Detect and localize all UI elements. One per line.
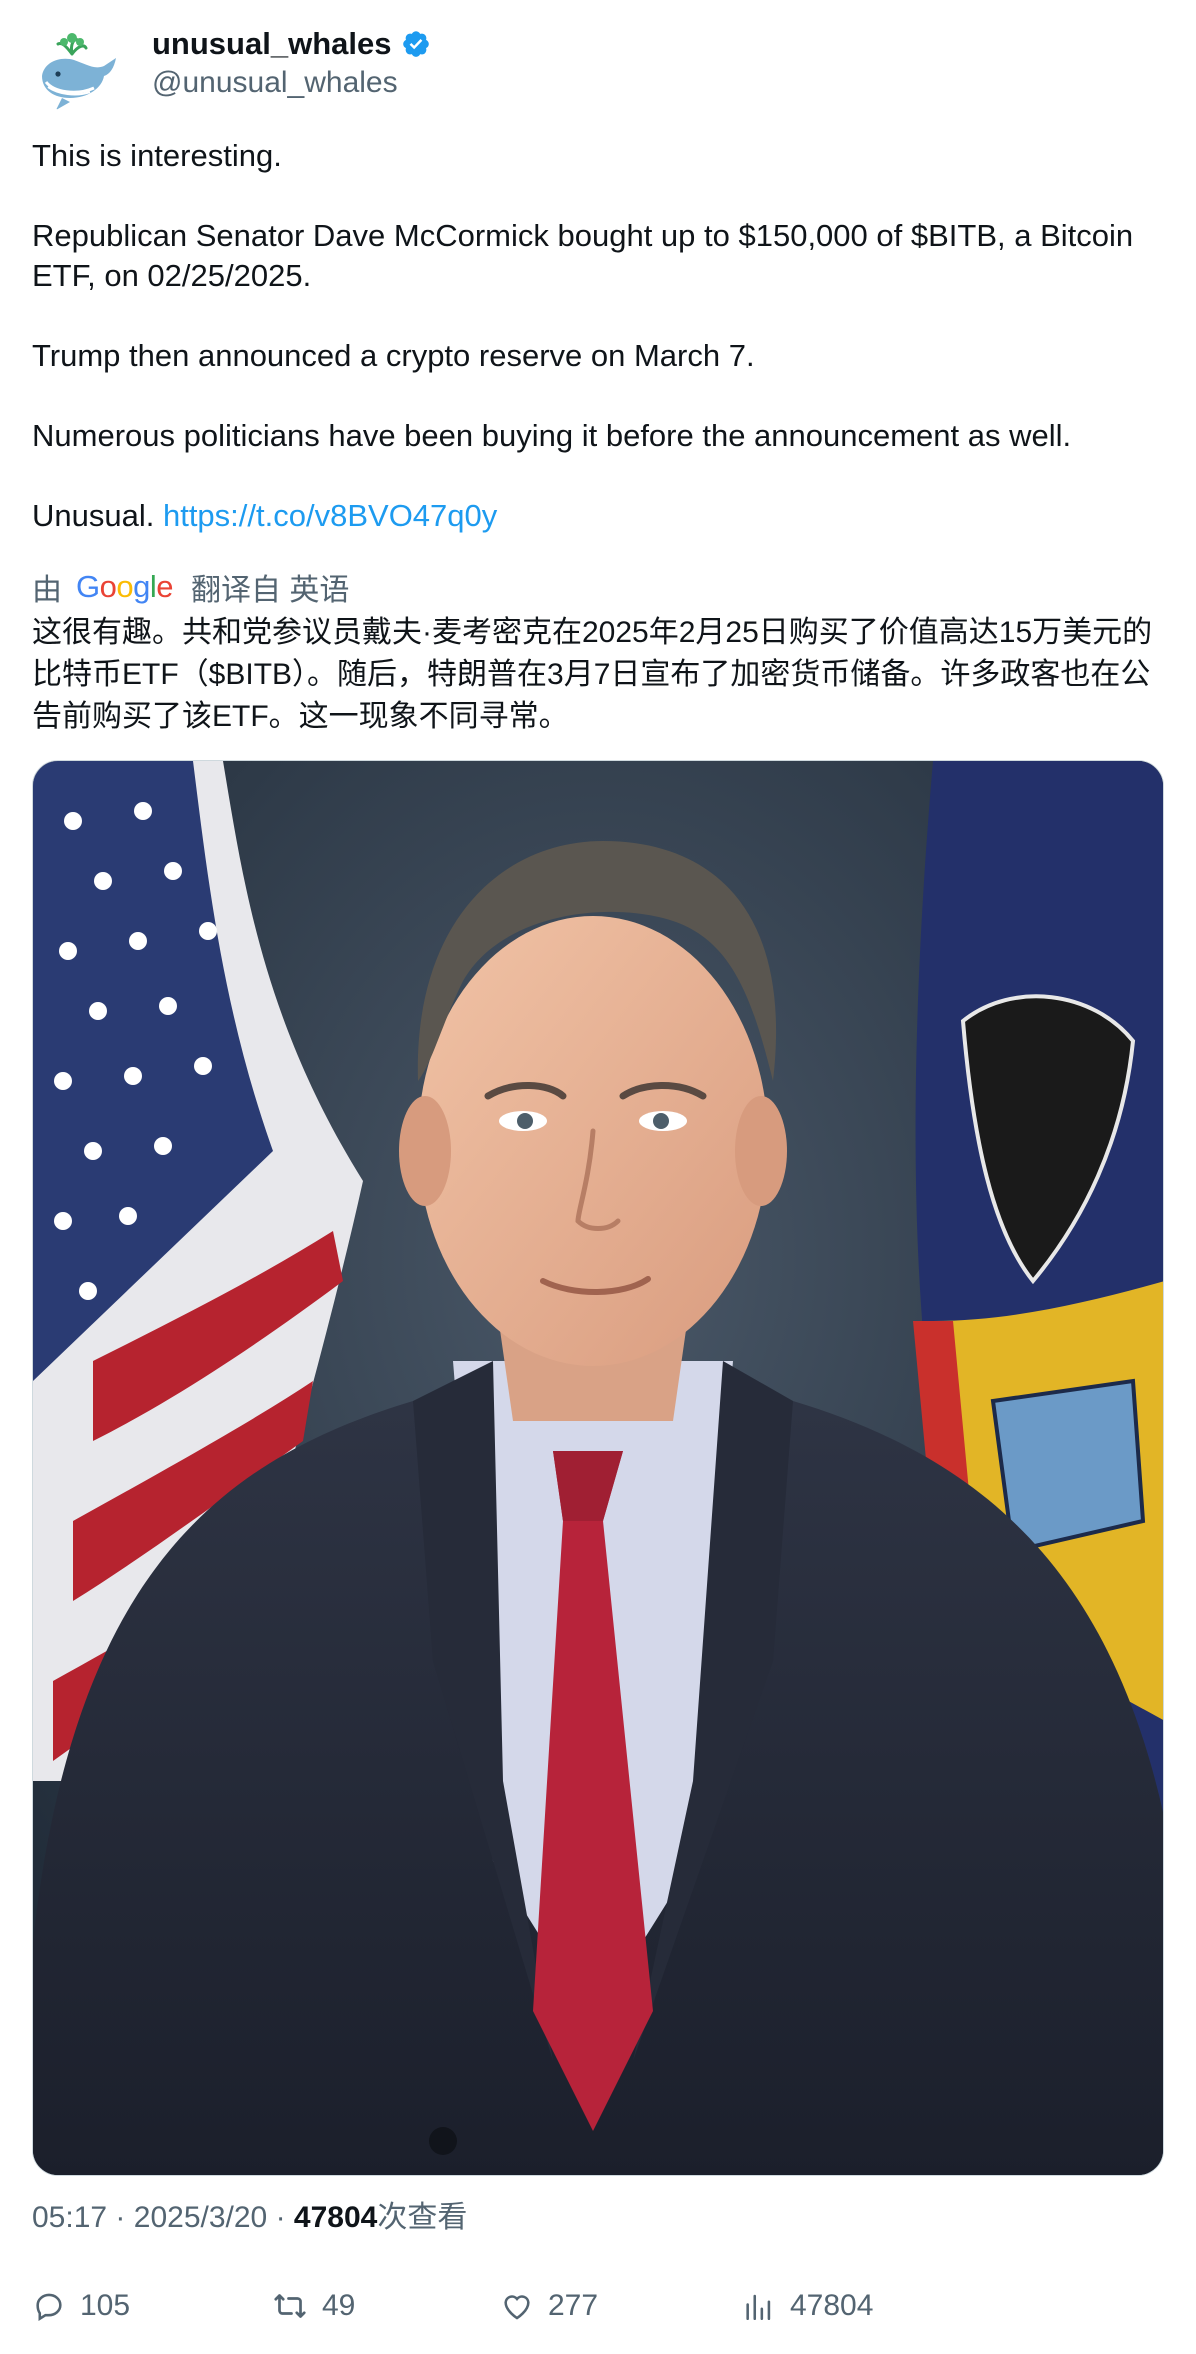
display-name-row: unusual_whales [152,24,431,64]
tweet-paragraph: Republican Senator Dave McCormick bought… [32,218,1142,293]
reply-button[interactable]: 105 [32,2284,130,2328]
avatar[interactable] [32,24,122,114]
google-logo-icon: Google [76,569,174,604]
view-count: 47804 [293,2201,378,2234]
meta-separator: · [115,2201,126,2234]
translated-text: 这很有趣。共和党参议员戴夫·麦考密克在2025年2月25日购买了价值高达15万美… [32,616,1153,733]
tweet-text: This is interesting. Republican Senator … [32,136,1164,536]
reply-count: 105 [80,2289,131,2322]
tweet-date[interactable]: 2025/3/20 [134,2201,267,2234]
retweet-icon [274,2294,306,2318]
tweet-time[interactable]: 05:17 [32,2201,107,2234]
display-name[interactable]: unusual_whales [152,26,391,62]
verified-badge-icon [403,31,430,57]
author-names: unusual_whales @unusual_whales [152,24,431,100]
tweet-paragraph-last: Unusual. https://t.co/v8BVO47q0y [32,496,1164,536]
meta-separator: · [275,2201,286,2234]
tweet-photo[interactable] [32,760,1164,2176]
retweet-button[interactable]: 49 [272,2284,355,2328]
views-label: 次查看 [377,2201,468,2234]
tweet-actions: 105 49 277 47804 [32,2284,1164,2328]
like-button[interactable]: 277 [500,2284,598,2328]
translation-suffix: 翻译自 英语 [191,574,350,607]
tweet-last-text: Unusual. [32,498,163,533]
tweet-link[interactable]: https://t.co/v8BVO47q0y [163,498,497,533]
retweet-count: 49 [322,2289,356,2322]
tweet-meta: 05:17 · 2025/3/20 · 47804次查看 [32,2196,467,2240]
author-handle[interactable]: @unusual_whales [152,66,431,100]
like-count: 277 [548,2289,599,2322]
tweet-paragraph: Trump then announced a crypto reserve on… [32,338,755,373]
translation-prefix: 由 [32,574,62,607]
views-count: 47804 [790,2289,874,2322]
reply-icon [36,2293,62,2322]
views-chart-icon [746,2294,771,2321]
tweet-header: unusual_whales @unusual_whales [32,22,1164,114]
views-button[interactable]: 47804 [742,2284,873,2328]
tweet-paragraph: Numerous politicians have been buying it… [32,418,1072,453]
translation-attribution[interactable]: 由 Google 翻译自 英语 [32,566,349,608]
tweet-paragraph: This is interesting. [32,138,282,173]
heart-icon [504,2295,530,2320]
portrait-photo [33,761,1163,2175]
tweet: unusual_whales @unusual_whales This is i… [32,0,1164,2354]
whale-avatar-icon [32,24,122,114]
